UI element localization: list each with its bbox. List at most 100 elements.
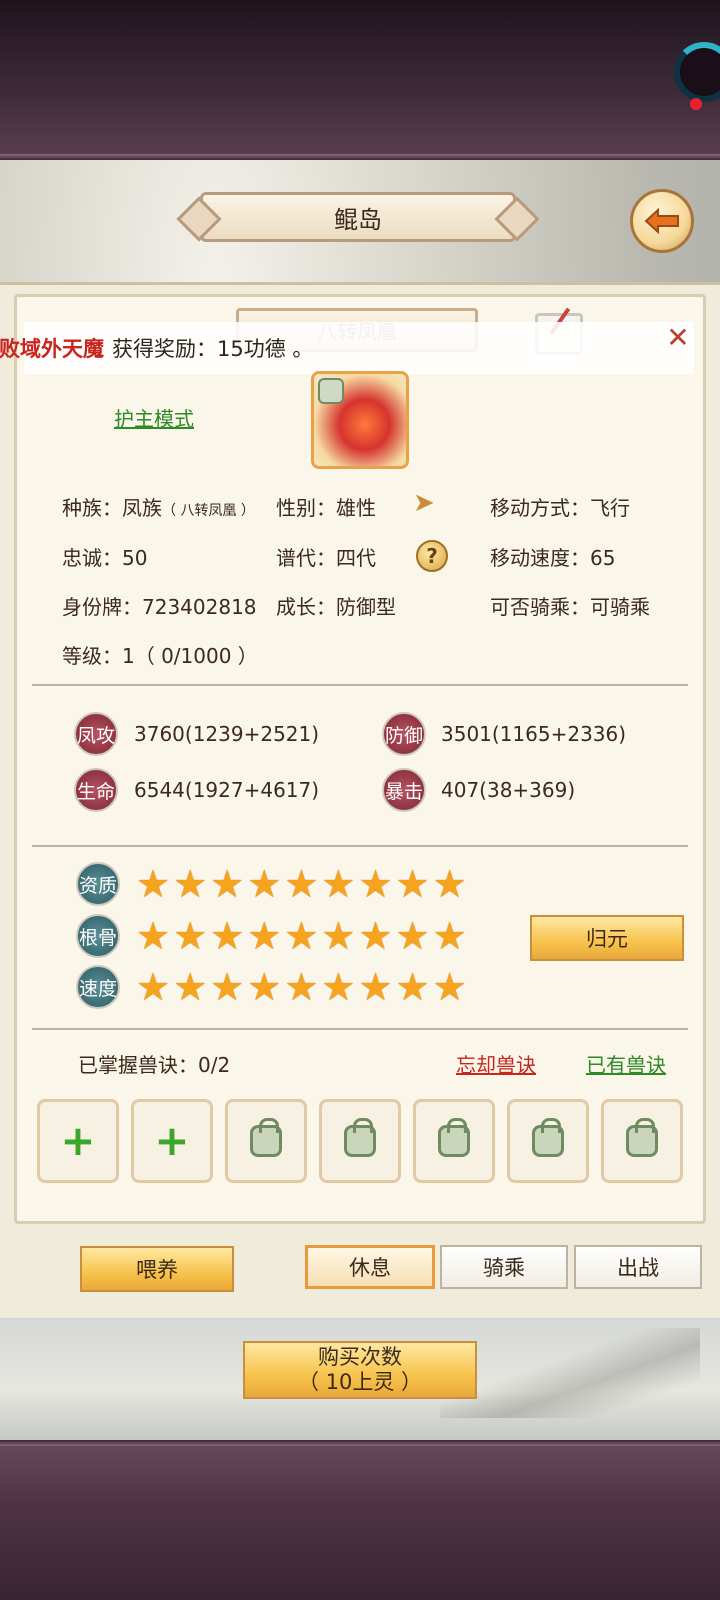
hp-value: 6544(1927+4617) [134,778,320,802]
star-icon: ★ [358,965,393,1009]
star-icon: ★ [321,914,356,958]
star-icon: ★ [284,914,319,958]
level-info: 等级：1（ 0/1000 ） [62,644,258,668]
page-title: 鲲岛 [200,192,516,242]
reset-button[interactable]: 归元 [530,915,684,961]
star-icon: ★ [284,862,319,906]
star-icon: ★ [247,965,282,1009]
race-value: 凤族 [122,496,162,520]
star-icon: ★ [136,965,171,1009]
move-speed-info: 移动速度：65 [490,546,616,570]
help-icon[interactable]: ? [416,540,448,572]
generation-info: 谱代：四代 [276,546,376,570]
skill-slot-locked[interactable] [225,1099,307,1183]
star-icon: ★ [247,862,282,906]
back-button[interactable] [630,189,694,253]
star-icon: ★ [321,965,356,1009]
feed-button-label: 喂养 [136,1258,178,1282]
ride-button-label: 骑乘 [483,1256,525,1280]
star-icon: ★ [432,965,467,1009]
top-frame [0,0,720,160]
attack-value: 3760(1239+2521) [134,722,320,746]
skill-slot-locked[interactable] [413,1099,495,1183]
race-label: 种族： [62,496,122,520]
speed-badge: 速度 [76,965,120,1009]
reward-notification: 击败域外天魔 获得奖励：15功德 。 [0,322,694,374]
battle-button-label: 出战 [617,1256,659,1280]
aptitude-stars: ★ ★ ★ ★ ★ ★ ★ ★ ★ [136,862,467,906]
divider [32,684,688,686]
star-icon: ★ [247,914,282,958]
skill-slot-add[interactable]: + [37,1099,119,1183]
star-icon: ★ [358,862,393,906]
star-icon: ★ [173,914,208,958]
star-icon: ★ [358,914,393,958]
portrait-lock-icon [318,378,344,404]
lock-icon [532,1118,564,1157]
pet-portrait[interactable] [311,371,409,469]
hp-badge: 生命 [74,768,118,812]
divider [32,1028,688,1030]
rest-button[interactable]: 休息 [305,1245,435,1289]
switch-arrow-icon[interactable]: ➤ [413,488,435,518]
star-icon: ★ [136,862,171,906]
battle-button[interactable]: 出战 [574,1245,702,1289]
skill-slot-add[interactable]: + [131,1099,213,1183]
bone-stars: ★ ★ ★ ★ ★ ★ ★ ★ ★ [136,914,467,958]
divider [32,845,688,847]
star-icon: ★ [395,914,430,958]
lock-icon [344,1118,376,1157]
lock-icon [438,1118,470,1157]
race-info: 种族：凤族（ 八转凤凰 ） [62,492,255,521]
back-arrow-icon [644,207,679,235]
skill-slot-locked[interactable] [507,1099,589,1183]
mountain-art [440,1328,700,1418]
ride-button[interactable]: 骑乘 [440,1245,568,1289]
star-icon: ★ [136,914,171,958]
defense-value: 3501(1165+2336) [441,722,627,746]
owned-skills-link[interactable]: 已有兽诀 [586,1049,666,1078]
star-icon: ★ [210,914,245,958]
speed-stars: ★ ★ ★ ★ ★ ★ ★ ★ ★ [136,965,467,1009]
rest-button-label: 休息 [349,1256,391,1280]
star-icon: ★ [173,862,208,906]
bone-badge: 根骨 [76,914,120,958]
notification-text: 获得奖励：15功德 。 [112,337,314,361]
notification-dot [690,98,702,110]
notification-highlight: 击败域外天魔 [0,337,104,361]
star-icon: ★ [432,862,467,906]
star-icon: ★ [395,965,430,1009]
star-icon: ★ [173,965,208,1009]
attack-badge: 凤攻 [74,712,118,756]
feed-button[interactable]: 喂养 [80,1246,234,1292]
mastered-skills: 已掌握兽诀：0/2 [78,1053,231,1077]
star-icon: ★ [395,862,430,906]
rideable-info: 可否骑乘：可骑乘 [490,595,650,619]
gender-info: 性别：雄性 [276,496,376,520]
star-icon: ★ [284,965,319,1009]
crit-badge: 暴击 [382,768,426,812]
star-icon: ★ [321,862,356,906]
race-sub: （ 八转凤凰 ） [162,503,255,519]
loyalty-info: 忠诚：50 [62,546,148,570]
guard-mode-link[interactable]: 护主模式 [114,403,194,432]
plus-icon: + [60,1116,96,1165]
crit-value: 407(38+369) [441,778,576,802]
skill-slot-locked[interactable] [319,1099,401,1183]
move-mode-info: 移动方式：飞行 [490,496,630,520]
forget-skill-link[interactable]: 忘却兽诀 [456,1049,536,1078]
page-title-text: 鲲岛 [334,205,382,234]
buy-times-cost: （ 10上灵 ） [297,1370,423,1394]
skill-slot-locked[interactable] [601,1099,683,1183]
lock-icon [250,1118,282,1157]
aptitude-badge: 资质 [76,862,120,906]
star-icon: ★ [210,862,245,906]
reset-button-label: 归元 [586,927,628,951]
id-tag-info: 身份牌：723402818 [62,595,257,619]
buy-times-button[interactable]: 购买次数 （ 10上灵 ） [243,1341,477,1399]
star-icon: ★ [432,914,467,958]
close-icon[interactable]: ✕ [662,322,694,354]
bottom-frame [0,1440,720,1600]
lock-icon [626,1118,658,1157]
plus-icon: + [154,1116,190,1165]
